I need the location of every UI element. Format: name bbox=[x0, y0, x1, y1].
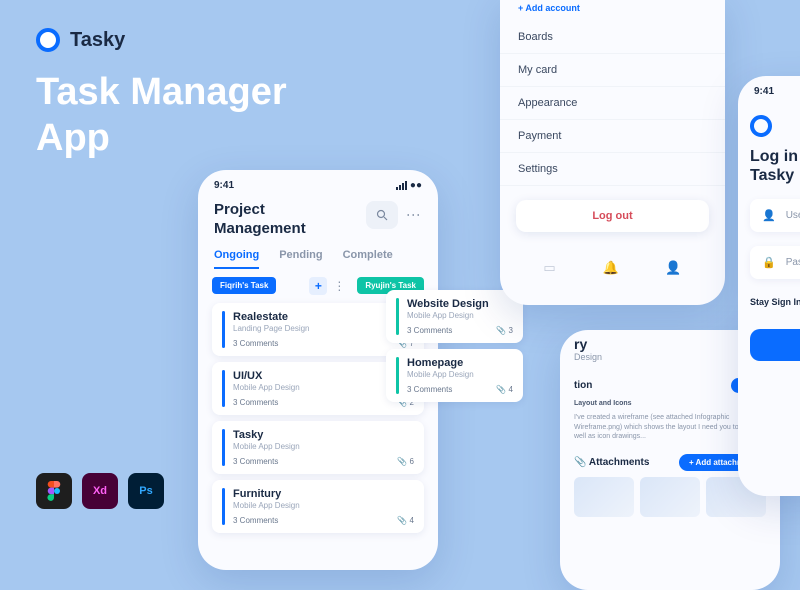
status-time: 9:41 bbox=[214, 180, 234, 191]
tab-complete[interactable]: Complete bbox=[343, 249, 393, 269]
xd-icon: Xd bbox=[82, 473, 118, 509]
lock-icon: 🔒 bbox=[762, 256, 776, 269]
login-title: Log in tTasky bbox=[750, 147, 800, 185]
chip-more-icon[interactable]: ⋮ bbox=[333, 279, 345, 293]
detail-title: ry bbox=[574, 336, 602, 352]
tab-pending[interactable]: Pending bbox=[279, 249, 322, 269]
nav-bell-icon[interactable]: 🔔 bbox=[602, 260, 618, 276]
login-phone: 9:41●● Log in tTasky 👤Username 🔒Password… bbox=[738, 76, 800, 496]
search-button[interactable] bbox=[366, 201, 398, 229]
hero-line2: App bbox=[36, 116, 287, 162]
bottom-nav: ▭ 🔔 👤 bbox=[500, 246, 725, 286]
stay-signin-label[interactable]: Stay Sign In bbox=[750, 297, 800, 307]
tab-ongoing[interactable]: Ongoing bbox=[214, 249, 259, 269]
add-account-link[interactable]: + Add account bbox=[500, 3, 725, 21]
user-icon: 👤 bbox=[762, 209, 776, 222]
status-bar: 9:41●● bbox=[738, 76, 800, 103]
status-time: 9:41 bbox=[754, 86, 774, 97]
menu-item-settings[interactable]: Settings bbox=[500, 153, 725, 186]
brand-name: Tasky bbox=[70, 29, 125, 52]
logo-icon bbox=[36, 28, 60, 52]
nav-user-icon[interactable]: 👤 bbox=[665, 260, 681, 276]
menu-phone: + Add account Boards My card Appearance … bbox=[500, 0, 725, 305]
add-task-button[interactable]: + bbox=[309, 277, 327, 295]
menu-item-mycard[interactable]: My card bbox=[500, 54, 725, 87]
detail-sub: Design bbox=[574, 352, 602, 362]
menu-item-appearance[interactable]: Appearance bbox=[500, 87, 725, 120]
logout-button[interactable]: Log out bbox=[516, 200, 709, 232]
tool-icons: Xd Ps bbox=[36, 473, 164, 509]
page-title: ProjectManagement bbox=[214, 201, 306, 239]
brand-logo: Tasky bbox=[36, 28, 125, 52]
menu-item-boards[interactable]: Boards bbox=[500, 21, 725, 54]
owner-chip[interactable]: Fiqrih's Task bbox=[212, 277, 276, 294]
attachments-label: 📎 Attachments bbox=[574, 457, 649, 468]
nav-board-icon[interactable]: ▭ bbox=[543, 260, 555, 276]
username-field[interactable]: 👤Username bbox=[750, 199, 800, 232]
status-icons: ●● bbox=[396, 180, 422, 191]
attachment-thumb[interactable] bbox=[574, 477, 634, 517]
ps-icon: Ps bbox=[128, 473, 164, 509]
tabs: Ongoing Pending Complete bbox=[198, 249, 438, 277]
hero-title: Task Manager App bbox=[36, 70, 287, 161]
attachment-thumb[interactable] bbox=[640, 477, 700, 517]
task-card[interactable]: FurnituryMobile App Design3 Comments📎 4 bbox=[212, 480, 424, 533]
task-card[interactable]: TaskyMobile App Design3 Comments📎 6 bbox=[212, 421, 424, 474]
more-icon[interactable]: ⋮ bbox=[406, 208, 422, 223]
signup-hint: Don't havSig bbox=[750, 391, 800, 409]
figma-icon bbox=[36, 473, 72, 509]
section-description: tion bbox=[574, 380, 592, 391]
task-column-2: Website DesignMobile App Design3 Comment… bbox=[372, 290, 537, 408]
menu-item-payment[interactable]: Payment bbox=[500, 120, 725, 153]
status-bar: 9:41 ●● bbox=[198, 170, 438, 197]
login-button[interactable]: L bbox=[750, 329, 800, 361]
hero-line1: Task Manager bbox=[36, 70, 287, 116]
task-card[interactable]: HomepageMobile App Design3 Comments📎 4 bbox=[386, 349, 523, 402]
logo-icon bbox=[750, 115, 772, 137]
task-card[interactable]: Website DesignMobile App Design3 Comment… bbox=[386, 290, 523, 343]
password-field[interactable]: 🔒Password bbox=[750, 246, 800, 279]
